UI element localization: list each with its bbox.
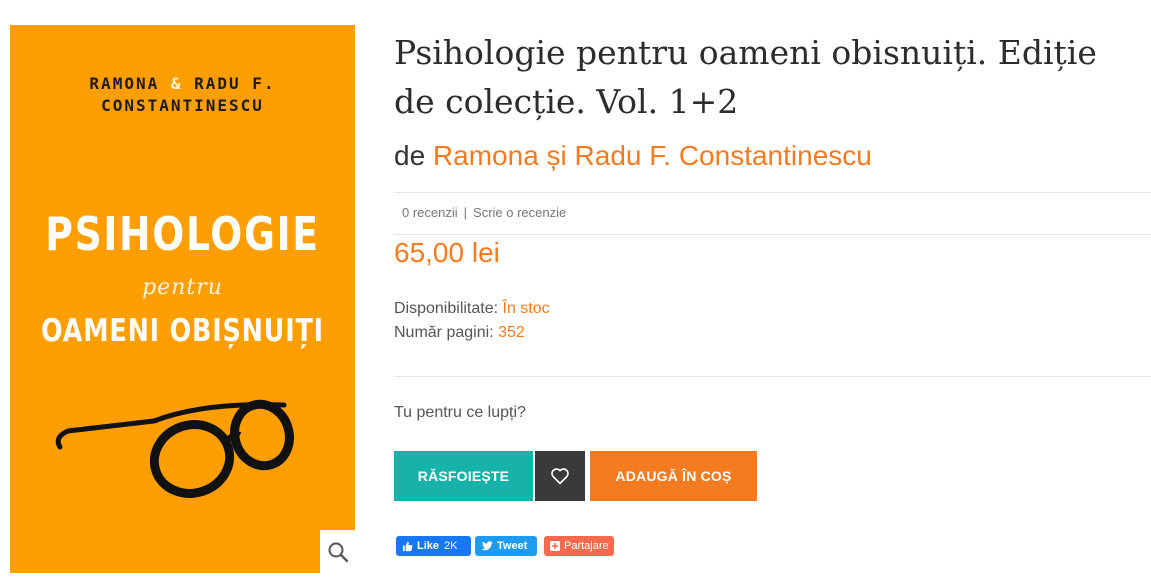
heart-icon <box>551 468 569 485</box>
glasses-illustration <box>55 399 294 498</box>
cover-author-radu: RADU F. <box>194 74 276 93</box>
write-review-link[interactable]: Scrie o recenzie <box>473 205 566 220</box>
tagline: Tu pentru ce lupți? <box>394 404 526 421</box>
add-to-cart-label: ADAUGĂ ÎN COȘ <box>615 468 732 484</box>
twitter-bird-icon <box>481 541 493 551</box>
cover-author-surname: CONSTANTINESCU <box>101 96 264 115</box>
divider <box>394 192 1151 193</box>
product-title: Psihologie pentru oameni obisnuiți. Ediț… <box>394 33 1097 121</box>
cover-title-bottom: OAMENI OBIȘNUIȚI <box>41 313 324 349</box>
magnifier-icon <box>328 542 348 562</box>
cover-title-mid: pentru <box>142 275 223 300</box>
tweet-label: Tweet <box>497 540 528 552</box>
zoom-button[interactable] <box>320 530 355 573</box>
reviews-separator: | <box>463 205 468 220</box>
tweet-button[interactable]: Tweet <box>475 536 537 556</box>
cover-author-ramona: RAMONA <box>89 74 160 93</box>
add-to-cart-button[interactable]: ADAUGĂ ÎN COȘ <box>590 451 757 501</box>
by-label: de <box>394 140 426 171</box>
browse-button[interactable]: RĂSFOIEȘTE <box>394 451 533 501</box>
browse-button-label: RĂSFOIEȘTE <box>417 468 510 484</box>
facebook-like-label: Like <box>417 540 440 552</box>
book-cover[interactable]: RAMONA & RADU F. CONSTANTINESCU PSIHOLOG… <box>10 25 355 573</box>
availability: Disponibilitate: În stoc <box>394 300 550 318</box>
thumbs-up-icon <box>402 541 413 552</box>
availability-value: În stoc <box>502 300 550 317</box>
author-link[interactable]: Ramona și Radu F. Constantinescu <box>433 140 872 171</box>
wishlist-button[interactable] <box>535 451 585 501</box>
pages-value: 352 <box>498 324 525 341</box>
facebook-like-button[interactable]: Like 2K <box>396 536 471 556</box>
reviews-bar: 0 recenzii | Scrie o recenzie <box>402 205 566 220</box>
share-label: Partajare <box>564 540 609 552</box>
page-count: Număr pagini: 352 <box>394 324 525 342</box>
pages-label: Număr pagini: <box>394 324 494 341</box>
cover-authors: RAMONA & RADU F. CONSTANTINESCU <box>10 73 355 117</box>
availability-label: Disponibilitate: <box>394 300 499 317</box>
facebook-like-count: 2K <box>444 540 458 552</box>
share-button[interactable]: Partajare <box>544 536 614 556</box>
price: 65,00 lei <box>394 237 500 268</box>
cover-title-main: PSIHOLOGIE <box>45 207 320 261</box>
reviews-count-link[interactable]: 0 recenzii <box>402 205 458 220</box>
divider <box>394 376 1151 377</box>
byline: de Ramona și Radu F. Constantinescu <box>394 140 872 172</box>
divider <box>394 234 1151 235</box>
cover-author-amp: & <box>170 74 183 93</box>
plus-icon <box>550 541 560 551</box>
